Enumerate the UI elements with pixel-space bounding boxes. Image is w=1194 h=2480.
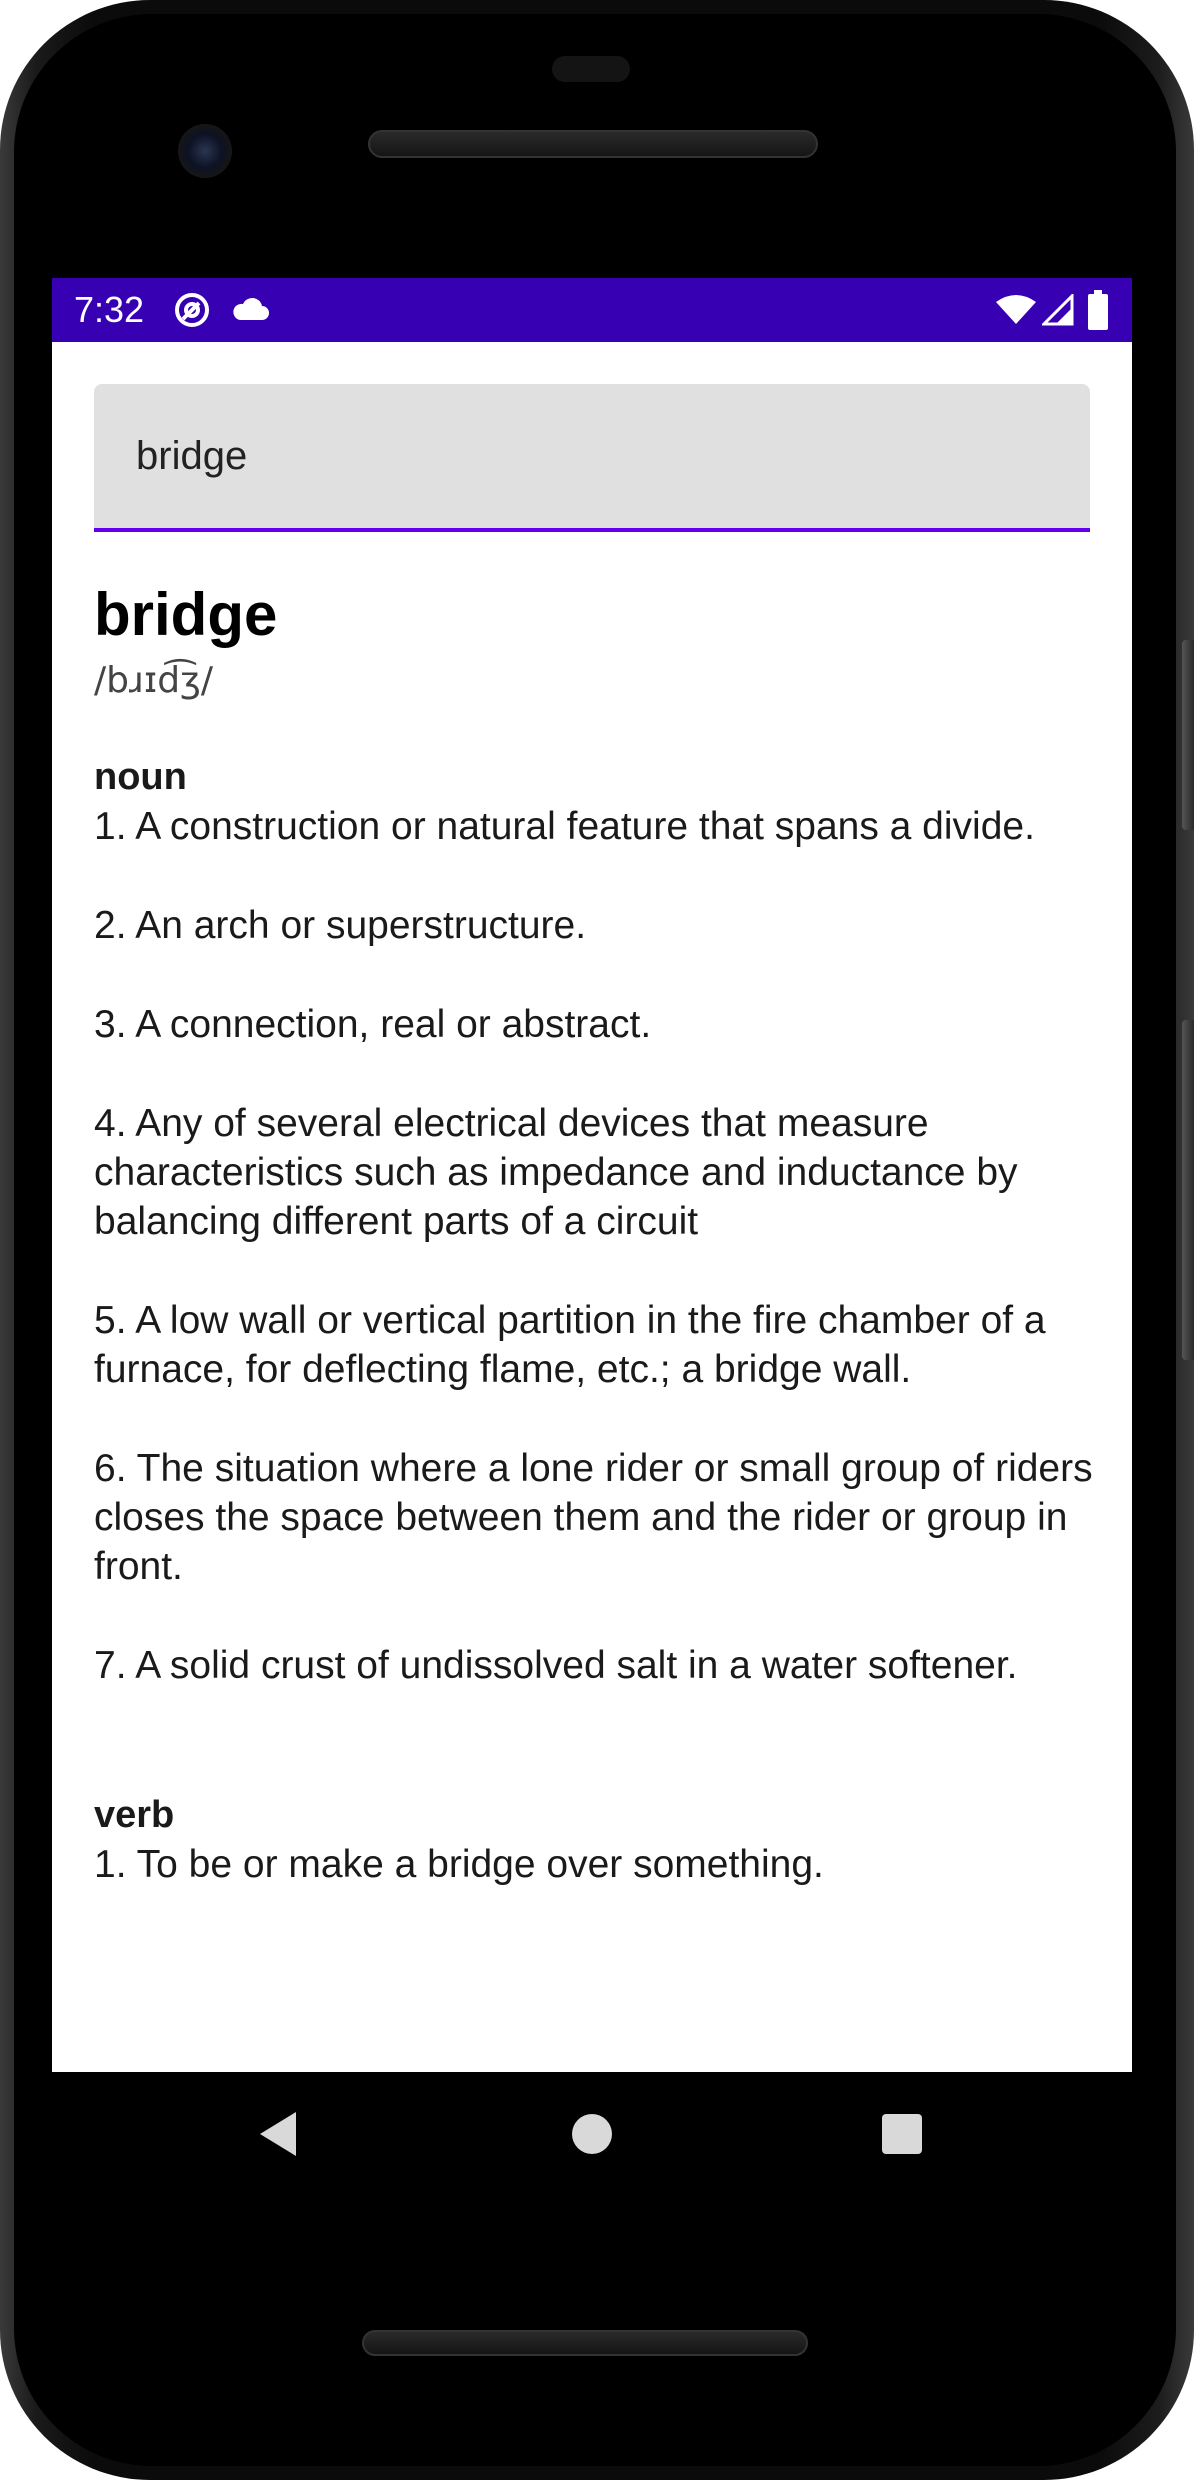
at-sign-icon	[174, 292, 210, 328]
back-icon	[256, 2110, 300, 2163]
definition-item: 5. A low wall or vertical partition in t…	[94, 1299, 1046, 1391]
wifi-icon	[996, 294, 1036, 326]
definition-item: 2. An arch or superstructure.	[94, 904, 587, 947]
status-bar: 7:32	[52, 278, 1132, 342]
search-input[interactable]	[136, 428, 1036, 484]
part-of-speech-noun: noun	[94, 756, 187, 798]
home-button[interactable]	[552, 2096, 632, 2176]
phonetic-text: /bɹɪd͡ʒ/	[94, 660, 214, 701]
app-screen: 7:32 bridge bridge /bɹɪd͡ʒ/ noun 1. A co…	[52, 278, 1132, 2072]
definition-item: 1. To be or make a bridge over something…	[94, 1843, 824, 1886]
part-of-speech-verb: verb	[94, 1794, 175, 1836]
definition-item: 3. A connection, real or abstract.	[94, 1003, 652, 1046]
home-icon	[570, 2112, 614, 2161]
back-button[interactable]	[238, 2096, 318, 2176]
definition-item: 7. A solid crust of undissolved salt in …	[94, 1644, 1018, 1687]
status-time: 7:32	[74, 289, 145, 330]
volume-button	[1182, 1020, 1194, 1360]
word-title: bridge	[94, 581, 278, 648]
definition-item: 1. A construction or natural feature tha…	[94, 805, 1035, 848]
earpiece-speaker	[368, 130, 818, 158]
recents-button[interactable]	[862, 2096, 942, 2176]
search-field[interactable]	[94, 384, 1090, 532]
recents-icon	[881, 2113, 923, 2160]
definition-item: 4. Any of several electrical devices tha…	[94, 1102, 1018, 1243]
battery-icon	[1088, 290, 1108, 330]
cloud-icon	[230, 294, 270, 324]
navigation-bar	[52, 2072, 1132, 2200]
signal-icon	[1040, 292, 1074, 326]
power-button	[1182, 640, 1194, 830]
definition-content: bridge /bɹɪd͡ʒ/ noun 1. A construction o…	[94, 578, 1094, 1889]
phone-frame: 7:32 bridge bridge /bɹɪd͡ʒ/ noun 1. A co…	[0, 0, 1194, 2480]
bottom-speaker	[362, 2330, 808, 2356]
definition-item: 6. The situation where a lone rider or s…	[94, 1447, 1093, 1588]
front-camera	[178, 124, 232, 178]
proximity-sensor	[552, 56, 630, 82]
